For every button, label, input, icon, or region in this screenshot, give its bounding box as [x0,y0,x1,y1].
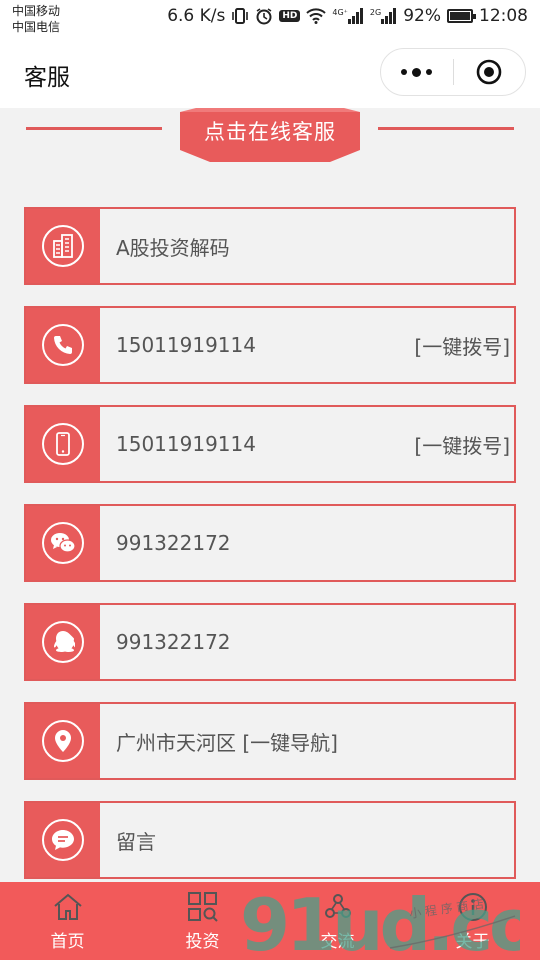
tab-about[interactable]: 关于 [405,882,540,960]
card-icon-box [26,209,100,283]
vibrate-icon [231,8,249,24]
phone-icon [42,324,84,366]
mini-program-capsule [380,48,526,96]
tab-home-label: 首页 [50,931,85,952]
one-click-dial-link[interactable]: [一键拨号] [414,407,514,481]
message-icon [42,819,84,861]
carrier-info: 中国移动 中国电信 [12,3,60,35]
carrier-2: 中国电信 [12,20,61,34]
qq-number: 991322172 [116,630,231,654]
status-bar: 中国移动 中国电信 6.6 K/s HD 4G⁺ 2G 92% 12:08 [0,0,540,38]
more-button[interactable] [381,49,453,95]
carrier-1: 中国移动 [12,4,61,18]
contact-card-address[interactable]: 广州市天河区 [一键导航] [24,702,516,780]
tab-about-label: 关于 [455,931,490,952]
tab-invest[interactable]: 投资 [135,882,270,960]
location-icon [42,720,84,762]
online-service-banner[interactable]: 点击在线客服 [0,108,540,168]
banner-line-left [26,127,162,130]
battery-fill [450,12,471,20]
alarm-icon [255,7,273,25]
page-title: 客服 [24,65,70,91]
building-icon [42,225,84,267]
hd-badge: HD [279,10,301,22]
grid-search-icon [187,891,219,923]
leave-message-label: 留言 [116,829,156,854]
contact-card-company[interactable]: A股投资解码 [24,207,516,285]
mobile-number: 15011919114 [116,432,256,456]
tab-invest-label: 投资 [185,931,220,952]
chat-icon [322,891,354,923]
tab-home[interactable]: 首页 [0,882,135,960]
battery-icon [447,9,476,23]
qq-icon [42,621,84,663]
network-speed: 6.6 K/s [167,6,226,26]
about-icon [457,891,489,923]
phone-number: 15011919114 [116,333,256,357]
card-icon-box [26,506,100,580]
network-type-1: 4G⁺ [332,8,348,17]
contact-card-qq[interactable]: 991322172 [24,603,516,681]
wechat-id: 991322172 [116,531,231,555]
navigation-bar: 客服 [0,38,540,108]
contact-card-mobile[interactable]: 15011919114 [一键拨号] [24,405,516,483]
home-icon [52,891,84,923]
network-type-2: 2G [369,8,382,17]
card-icon-box [26,407,100,481]
signal-icon-1: 4G⁺ [332,8,364,24]
status-indicators: 6.6 K/s HD 4G⁺ 2G 92% 12:08 [167,6,528,26]
banner-line-right [378,127,514,130]
signal-icon-2: 2G [370,8,397,24]
bottom-tab-bar: 首页 投资 交流 关于 [0,882,540,960]
banner-text: 点击在线客服 [204,120,336,144]
card-icon-box [26,308,100,382]
close-mini-program-button[interactable] [454,49,526,95]
contact-card-wechat[interactable]: 991322172 [24,504,516,582]
card-icon-box [26,704,100,778]
contact-card-message[interactable]: 留言 [24,801,516,879]
mobile-icon [42,423,84,465]
address-with-navigation: 广州市天河区 [一键导航] [116,730,338,755]
more-dot-icon [412,67,422,77]
battery-percent: 92% [403,6,441,26]
card-icon-box [26,803,100,877]
clock: 12:08 [479,6,528,26]
more-dot-icon [426,69,433,75]
target-close-icon [476,59,502,85]
contact-card-phone[interactable]: 15011919114 [一键拨号] [24,306,516,384]
company-name: A股投资解码 [116,235,230,260]
one-click-dial-link[interactable]: [一键拨号] [414,308,514,382]
tab-exchange[interactable]: 交流 [270,882,405,960]
card-icon-box [26,605,100,679]
tab-exchange-label: 交流 [320,931,355,952]
wechat-icon [42,522,84,564]
more-dot-icon [401,69,408,75]
wifi-icon [306,8,327,24]
